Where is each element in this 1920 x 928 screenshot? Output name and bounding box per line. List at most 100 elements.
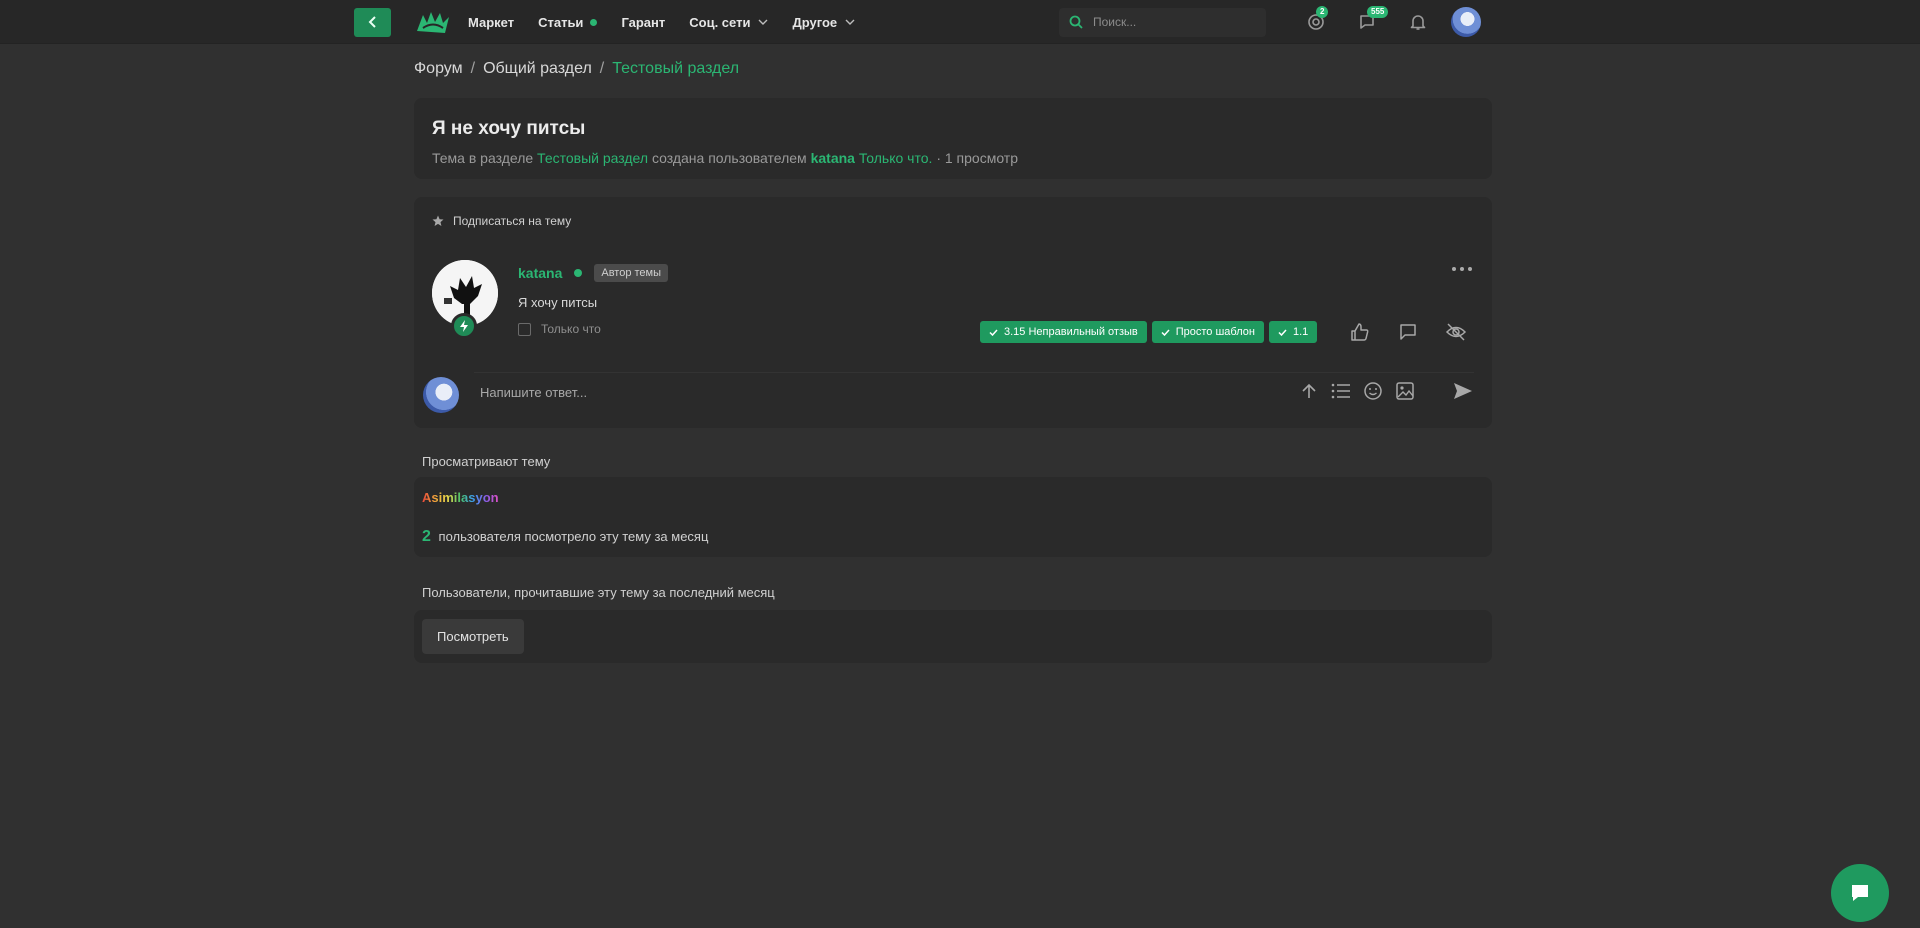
- notifications-button[interactable]: [1406, 10, 1430, 34]
- reply-user-avatar: [423, 377, 459, 413]
- thread-title: Я не хочу питсы: [432, 118, 586, 139]
- viewer-username[interactable]: Asimilasyon: [422, 490, 499, 505]
- meta-time[interactable]: Только что.: [859, 150, 933, 166]
- reaction-badge[interactable]: Просто шаблон: [1151, 321, 1264, 343]
- online-status-dot: [574, 269, 583, 277]
- post-author-name[interactable]: katana: [518, 265, 562, 281]
- user-avatar[interactable]: [1451, 7, 1481, 37]
- star-icon: [432, 215, 444, 226]
- meta-created: создана пользователем: [651, 150, 807, 166]
- reaction-label: Просто шаблон: [1175, 326, 1255, 338]
- new-indicator-dot: [590, 18, 598, 26]
- eye-off-icon: [1445, 323, 1467, 341]
- reaction-label: 1.1: [1292, 326, 1309, 338]
- check-icon: [1161, 328, 1170, 336]
- chevron-down-icon: [758, 19, 768, 25]
- lightning-icon: [460, 320, 468, 332]
- site-logo[interactable]: [415, 6, 453, 38]
- viewers-label: Просматривают тему: [422, 454, 551, 469]
- author-tag: Автор темы: [594, 264, 669, 282]
- reaction-label: 3.15 Неправильный отзыв: [1004, 326, 1138, 338]
- meta-prefix: Тема в разделе: [432, 150, 534, 166]
- thread-meta: Тема в разделе Тестовый раздел создана п…: [432, 150, 1474, 166]
- post-time[interactable]: Только что: [541, 322, 601, 336]
- subscribe-label: Подписаться на тему: [453, 214, 572, 228]
- search-box[interactable]: [1059, 7, 1266, 37]
- post-actions: [1349, 321, 1467, 343]
- main-nav: Маркет Статьи Гарант Соц. сети Другое: [468, 15, 879, 30]
- breadcrumb-forum[interactable]: Форум: [414, 60, 463, 78]
- messages-badge: 555: [1367, 6, 1389, 18]
- viewer-count: 2 пользователя посмотрело эту тему за ме…: [422, 528, 708, 546]
- subscribe-button[interactable]: Подписаться на тему: [432, 214, 571, 228]
- nav-guarantor[interactable]: Гарант: [621, 15, 665, 30]
- chat-fab-button[interactable]: [1831, 864, 1889, 922]
- breadcrumb-general[interactable]: Общий раздел: [483, 60, 592, 78]
- breadcrumb-separator: /: [470, 60, 476, 77]
- nav-social-label: Соц. сети: [689, 14, 751, 30]
- reply-input[interactable]: [478, 384, 978, 401]
- comment-icon: [1400, 324, 1416, 340]
- send-icon: [1454, 383, 1472, 399]
- list-button[interactable]: [1330, 380, 1352, 402]
- chevron-left-icon: [368, 16, 376, 28]
- thumbs-up-icon: [1351, 323, 1369, 341]
- nav-social[interactable]: Соц. сети: [689, 15, 768, 30]
- view-readers-button[interactable]: Посмотреть: [422, 619, 524, 654]
- smiley-icon: [1364, 382, 1382, 400]
- meta-views: · 1 просмотр: [936, 150, 1018, 166]
- reaction-badge[interactable]: 1.1: [1268, 321, 1318, 343]
- reaction-badge[interactable]: 3.15 Неправильный отзыв: [980, 321, 1147, 343]
- top-navbar: Маркет Статьи Гарант Соц. сети Другое 2 …: [0, 0, 1920, 44]
- breadcrumb: Форум / Общий раздел / Тестовый раздел: [414, 60, 739, 78]
- post-text: Я хочу питсы: [518, 295, 598, 310]
- nav-articles[interactable]: Статьи: [538, 14, 598, 30]
- chat-icon: [1852, 885, 1868, 901]
- nav-market-label: Маркет: [468, 14, 515, 30]
- send-button[interactable]: [1452, 381, 1474, 406]
- nav-guarantor-label: Гарант: [621, 14, 666, 30]
- post-meta: Только что: [518, 322, 601, 336]
- user-rank-badge: [451, 313, 477, 339]
- list-icon: [1331, 383, 1350, 399]
- viewer-count-number: 2: [422, 528, 431, 545]
- logo-icon: [417, 12, 449, 33]
- reactions-list: 3.15 Неправильный отзыв Просто шаблон 1.…: [980, 321, 1318, 343]
- image-button[interactable]: [1394, 380, 1416, 402]
- select-post-checkbox[interactable]: [518, 322, 531, 336]
- upload-button[interactable]: [1298, 380, 1320, 402]
- nav-other[interactable]: Другое: [792, 15, 855, 30]
- viewer-count-text: пользователя посмотрело эту тему за меся…: [438, 529, 709, 544]
- editor-toolbar: [1298, 380, 1416, 402]
- post-card: Подписаться на тему katana Автор темы Я …: [414, 197, 1492, 428]
- alerts-badge: 2: [1316, 6, 1329, 18]
- messages-button[interactable]: 555: [1355, 6, 1389, 34]
- search-input[interactable]: [1091, 14, 1241, 30]
- reply-divider: [474, 372, 1474, 373]
- breadcrumb-current[interactable]: Тестовый раздел: [612, 60, 739, 78]
- arrow-up-icon: [1302, 383, 1316, 398]
- topbar-inner: Маркет Статьи Гарант Соц. сети Другое 2 …: [354, 0, 1481, 44]
- meta-section-link[interactable]: Тестовый раздел: [537, 150, 648, 166]
- thread-header-card: Я не хочу питсы Тема в разделе Тестовый …: [414, 98, 1492, 179]
- hide-button[interactable]: [1445, 321, 1467, 343]
- nav-other-label: Другое: [792, 14, 838, 30]
- more-options-icon[interactable]: [1452, 267, 1472, 271]
- post-header: katana Автор темы: [518, 264, 669, 282]
- reply-button[interactable]: [1397, 321, 1419, 343]
- nav-market[interactable]: Маркет: [468, 15, 514, 30]
- chevron-down-icon: [845, 19, 855, 25]
- like-button[interactable]: [1349, 321, 1371, 343]
- back-button[interactable]: [354, 7, 391, 37]
- meta-author-link[interactable]: katana: [811, 150, 855, 166]
- viewers-card: Asimilasyon 2 пользователя посмотрело эт…: [414, 477, 1492, 557]
- alerts-button[interactable]: 2: [1304, 6, 1329, 34]
- check-icon: [989, 328, 998, 336]
- image-icon: [1396, 382, 1414, 400]
- check-icon: [1278, 328, 1287, 336]
- readers-label: Пользователи, прочитавшие эту тему за по…: [422, 585, 775, 600]
- readers-card: Посмотреть: [414, 610, 1492, 663]
- nav-articles-label: Статьи: [538, 14, 584, 30]
- emoji-button[interactable]: [1362, 380, 1384, 402]
- bell-icon: [1410, 15, 1426, 30]
